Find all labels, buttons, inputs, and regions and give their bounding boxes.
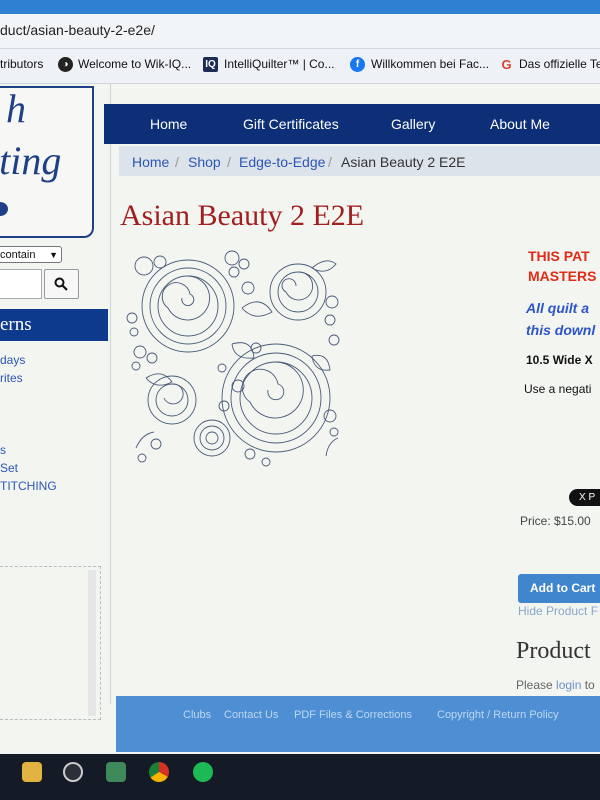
vpn-icon[interactable] [63, 762, 83, 782]
sidebar-scroll-panel [0, 566, 101, 720]
breadcrumb-home[interactable]: Home [132, 154, 169, 170]
os-taskbar [0, 754, 600, 800]
add-to-cart-button[interactable]: Add to Cart [518, 574, 600, 603]
chevron-down-icon: ▼ [49, 250, 58, 260]
footer-link-copyright[interactable]: Copyright / Return Policy [437, 709, 559, 721]
breadcrumb-edge-to-edge[interactable]: Edge-to-Edge [239, 154, 325, 170]
login-link[interactable]: login [556, 678, 581, 692]
facebook-icon: f [350, 57, 365, 72]
pattern-size: 10.5 Wide X [526, 353, 593, 367]
product-section-heading: Product [516, 638, 591, 664]
search-icon [54, 277, 68, 291]
page-title: Asian Beauty 2 E2E [120, 199, 365, 232]
browser-tab-strip [0, 0, 600, 14]
bookmark-facebook[interactable]: Willkommen bei Fac... [371, 57, 489, 71]
column-divider [110, 84, 111, 704]
breadcrumb-separator: / [328, 154, 332, 170]
nav-home[interactable]: Home [150, 116, 187, 132]
intelliquilter-icon: IQ [203, 57, 218, 72]
breadcrumb-shop[interactable]: Shop [188, 154, 221, 170]
file-explorer-icon[interactable] [22, 762, 42, 782]
search-mode-select[interactable]: contain ▼ [0, 246, 62, 263]
bookmark-google[interactable]: Das offizielle Te [519, 57, 600, 71]
nav-about-me[interactable]: About Me [490, 116, 550, 132]
footer-link-contact[interactable]: Contact Us [224, 709, 278, 721]
pattern-usage: Use a negati [524, 382, 592, 396]
search-button[interactable] [44, 269, 79, 299]
hide-product-link[interactable]: Hide Product F [518, 604, 598, 618]
wik-iq-icon: ◑ [58, 57, 73, 72]
google-icon: G [501, 57, 512, 72]
spotify-icon[interactable] [193, 762, 213, 782]
footer-link-pdf[interactable]: PDF Files & Corrections [294, 709, 412, 721]
login-prompt: Please login to [516, 678, 595, 692]
product-pattern-image[interactable] [126, 248, 346, 468]
site-footer [116, 696, 600, 752]
sidebar-scrollbar[interactable] [88, 570, 96, 716]
sidebar-link[interactable]: Set [0, 461, 18, 475]
bookmark-distributors[interactable]: tributors [0, 57, 43, 71]
bookmark-intelliquilter[interactable]: IntelliQuilter™ | Co... [224, 57, 334, 71]
url-text[interactable]: duct/asian-beauty-2-e2e/ [0, 22, 155, 38]
category-header: erns [0, 309, 108, 341]
sidebar-link[interactable]: rites [0, 371, 23, 385]
security-shield-icon[interactable] [106, 762, 126, 782]
nav-gift-certificates[interactable]: Gift Certificates [243, 116, 339, 132]
sidebar-link[interactable]: days [0, 353, 25, 367]
pattern-notice: THIS PAT [528, 248, 590, 264]
pattern-notice: MASTERS [528, 268, 597, 284]
sidebar-link[interactable]: TITCHING [0, 479, 57, 493]
quilt-notice: All quilt a [526, 300, 589, 316]
price-label: Price: $15.00 [520, 514, 591, 528]
logo-script-text: h lting [0, 86, 62, 183]
nav-gallery[interactable]: Gallery [391, 116, 435, 132]
search-input[interactable] [0, 269, 42, 299]
bookmark-wik-iq[interactable]: Welcome to Wik-IQ... [78, 57, 191, 71]
breadcrumb-separator: / [175, 154, 179, 170]
footer-link-clubs[interactable]: Clubs [183, 709, 211, 721]
x-share-button[interactable]: X P [569, 489, 600, 506]
breadcrumb-current: Asian Beauty 2 E2E [341, 154, 466, 170]
quilt-notice: this downl [526, 322, 596, 338]
chrome-icon[interactable] [149, 762, 169, 782]
breadcrumb-separator: / [227, 154, 231, 170]
sidebar-link[interactable]: s [0, 443, 6, 457]
